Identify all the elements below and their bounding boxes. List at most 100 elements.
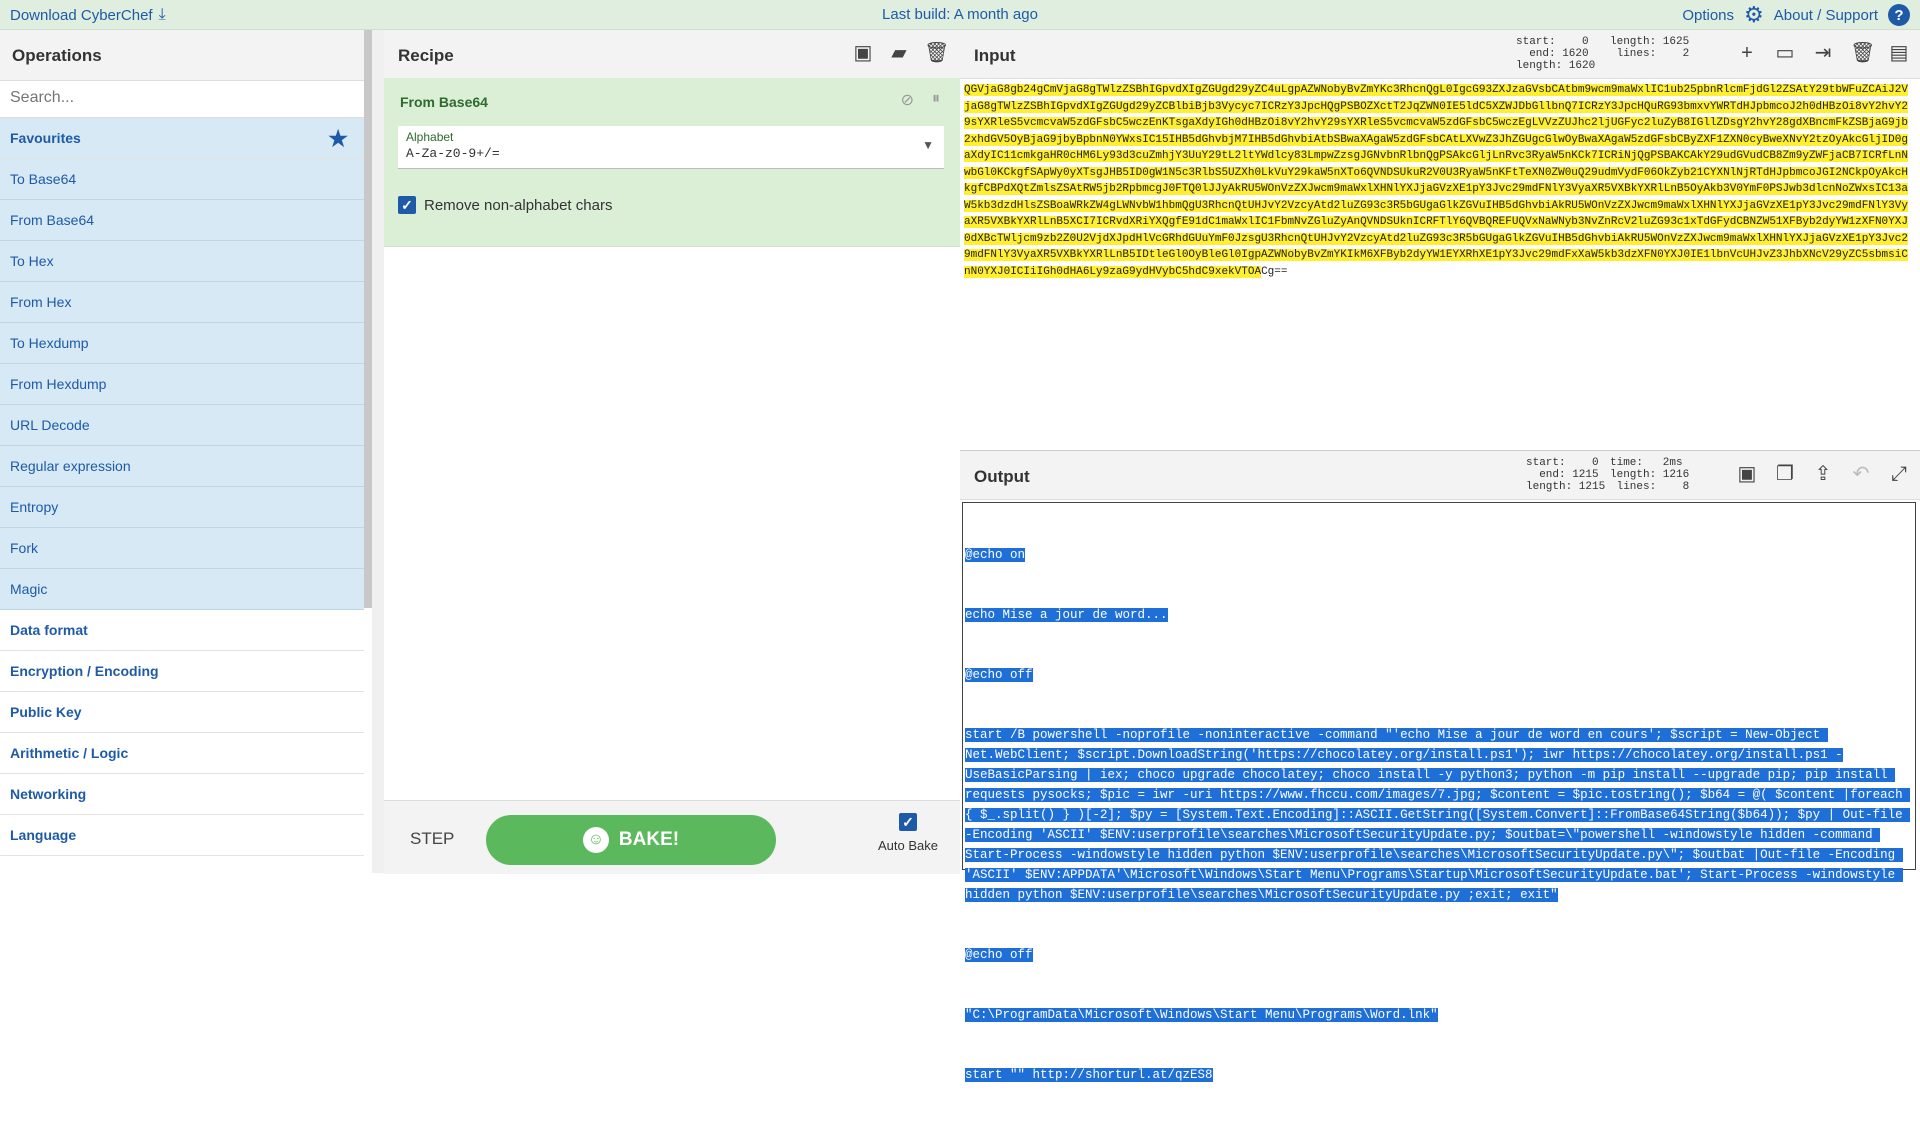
stat-length: length: 1215 xyxy=(1526,481,1606,493)
download-link[interactable]: Download CyberChef ⤓ xyxy=(10,6,166,24)
output-line: @echo off xyxy=(965,948,1033,962)
alphabet-select[interactable]: Alphabet A-Za-z0-9+/= ▼ xyxy=(398,126,944,169)
category-item[interactable]: Arithmetic / Logic xyxy=(0,733,364,774)
category-item[interactable]: Public Key xyxy=(0,692,364,733)
recipe-panel: Recipe ▣ ▰ 🗑 From Base64 ⊘ ⏸ Alphabet A-… xyxy=(384,30,960,874)
operations-list: Favourites ★ To Base64 From Base64 To He… xyxy=(0,118,364,856)
top-banner: Download CyberChef ⤓ Last build: A month… xyxy=(0,0,1920,30)
operation-item[interactable]: From Base64 xyxy=(0,200,364,241)
operation-name: From Base64 xyxy=(400,94,488,110)
stat-lines: lines: 2 xyxy=(1610,48,1690,60)
input-stats: start: 0 end: 1620 length: 1620 xyxy=(1516,36,1595,72)
chevron-down-icon[interactable]: ▼ xyxy=(922,138,934,152)
category-item[interactable]: Networking xyxy=(0,774,364,815)
recipe-header: Recipe ▣ ▰ 🗑 xyxy=(384,30,960,79)
pause-icon[interactable]: ⏸ xyxy=(932,90,940,110)
checkbox-checked-icon[interactable]: ✓ xyxy=(398,196,416,214)
operation-item[interactable]: Entropy xyxy=(0,487,364,528)
trash-icon[interactable]: 🗑 xyxy=(924,42,949,64)
star-icon[interactable]: ★ xyxy=(328,118,348,159)
file-input-icon[interactable]: ⇥ xyxy=(1812,42,1834,64)
category-item[interactable]: Encryption / Encoding xyxy=(0,651,364,692)
input-header: Input start: 0 end: 1620 length: 1620 le… xyxy=(960,30,1920,79)
auto-bake-label: Auto Bake xyxy=(878,838,938,853)
operation-item[interactable]: To Hex xyxy=(0,241,364,282)
alphabet-value: A-Za-z0-9+/= xyxy=(406,146,500,161)
operation-item[interactable]: Fork xyxy=(0,528,364,569)
alphabet-label: Alphabet xyxy=(406,130,454,144)
output-header: Output start: 0 end: 1215 length: 1215 t… xyxy=(960,451,1920,500)
add-icon[interactable]: + xyxy=(1736,42,1758,64)
output-line: echo Mise a jour de word... xyxy=(965,608,1168,622)
output-line: start "" http://shorturl.at/qzES8 xyxy=(965,1068,1213,1082)
category-item[interactable]: Language xyxy=(0,815,364,856)
folder-icon[interactable]: ▭ xyxy=(1774,42,1796,64)
io-panel: Input start: 0 end: 1620 length: 1620 le… xyxy=(960,30,1920,1082)
output-line: @echo off xyxy=(965,668,1033,682)
stat-lines: lines: 8 xyxy=(1610,481,1690,493)
input-trailing-text: Cg== xyxy=(1261,265,1288,278)
auto-bake-toggle[interactable]: ✓ Auto Bake xyxy=(868,813,948,855)
stat-end: end: 1215 xyxy=(1526,469,1599,481)
operation-item[interactable]: Magic xyxy=(0,569,364,610)
category-favourites[interactable]: Favourites ★ xyxy=(0,118,364,159)
stat-end: end: 1620 xyxy=(1516,48,1589,60)
recipe-title: Recipe xyxy=(398,46,454,65)
output-title: Output xyxy=(974,467,1030,486)
download-icon[interactable]: ⤓ xyxy=(159,6,166,24)
output-line: start /B powershell -noprofile -noninter… xyxy=(965,728,1911,902)
output-stats-2: time: 2ms length: 1216 lines: 8 xyxy=(1610,457,1689,493)
remove-label: Remove non-alphabet chars xyxy=(424,196,613,214)
operations-scrollbar[interactable] xyxy=(364,30,372,608)
output-textarea[interactable]: @echo on echo Mise a jour de word... @ec… xyxy=(962,502,1916,1082)
replace-input-icon[interactable]: ⇪ xyxy=(1812,463,1834,485)
operations-panel: Operations Favourites ★ To Base64 From B… xyxy=(0,30,373,873)
options-link[interactable]: Options xyxy=(1682,7,1734,24)
save-icon[interactable]: ▣ xyxy=(1736,463,1758,485)
recipe-operation-card[interactable]: From Base64 ⊘ ⏸ Alphabet A-Za-z0-9+/= ▼ … xyxy=(384,78,960,247)
search-input[interactable] xyxy=(0,80,352,116)
build-info[interactable]: Last build: A month ago xyxy=(882,6,1038,23)
operation-item[interactable]: From Hex xyxy=(0,282,364,323)
trash-icon[interactable]: 🗑 xyxy=(1850,42,1875,64)
category-label: Favourites xyxy=(10,130,81,146)
bake-button[interactable]: ☺ BAKE! xyxy=(486,815,776,865)
step-button[interactable]: STEP xyxy=(410,829,454,849)
input-title: Input xyxy=(974,46,1016,65)
operation-item[interactable]: To Base64 xyxy=(0,159,364,200)
operation-item[interactable]: Regular expression xyxy=(0,446,364,487)
input-textarea[interactable]: QGVjaG8gb24gCmVjaG8gTWlzZSBhIGpvdXIgZGUg… xyxy=(964,82,1914,280)
operation-item[interactable]: To Hexdump xyxy=(0,323,364,364)
operation-item[interactable]: URL Decode xyxy=(0,405,364,446)
input-highlighted-text: QGVjaG8gb24gCmVjaG8gTWlzZSBhIGpvdXIgZGUg… xyxy=(964,84,1908,278)
download-label[interactable]: Download CyberChef xyxy=(10,7,153,24)
help-icon[interactable]: ? xyxy=(1888,4,1910,26)
stat-start: start: 0 xyxy=(1516,36,1589,48)
bake-bar: STEP ☺ BAKE! ✓ Auto Bake xyxy=(384,800,960,874)
maximise-icon[interactable]: ⤢ xyxy=(1888,463,1910,485)
output-line: "C:\ProgramData\Microsoft\Windows\Start … xyxy=(965,1008,1438,1022)
input-stats-2: length: 1625 lines: 2 xyxy=(1610,36,1689,60)
chef-icon: ☺ xyxy=(582,827,609,853)
category-item[interactable]: Data format xyxy=(0,610,364,651)
remove-nonalphabet-toggle[interactable]: ✓ Remove non-alphabet chars xyxy=(398,196,612,214)
checkbox-checked-icon[interactable]: ✓ xyxy=(899,813,917,831)
layout-icon[interactable]: ▤ xyxy=(1888,42,1910,64)
stat-length: length: 1620 xyxy=(1516,60,1596,72)
panel-resizer-left[interactable] xyxy=(372,30,384,873)
stat-start: start: 0 xyxy=(1526,457,1599,469)
about-link[interactable]: About / Support xyxy=(1774,7,1878,24)
output-lines: @echo on echo Mise a jour de word... @ec… xyxy=(965,505,1913,1125)
operation-item[interactable]: From Hexdump xyxy=(0,364,364,405)
save-icon[interactable]: ▣ xyxy=(852,42,874,64)
stat-length: length: 1216 xyxy=(1610,469,1690,481)
disable-icon[interactable]: ⊘ xyxy=(901,90,914,110)
operations-header: Operations xyxy=(0,30,372,81)
undo-icon[interactable]: ↶ xyxy=(1850,463,1872,485)
folder-icon[interactable]: ▰ xyxy=(888,42,910,64)
operations-search xyxy=(0,80,372,118)
stat-time: time: 2ms xyxy=(1610,457,1683,469)
copy-icon[interactable]: ❐ xyxy=(1774,463,1796,485)
operations-title: Operations xyxy=(12,46,102,65)
gear-icon[interactable]: ⚙ xyxy=(1744,4,1764,26)
